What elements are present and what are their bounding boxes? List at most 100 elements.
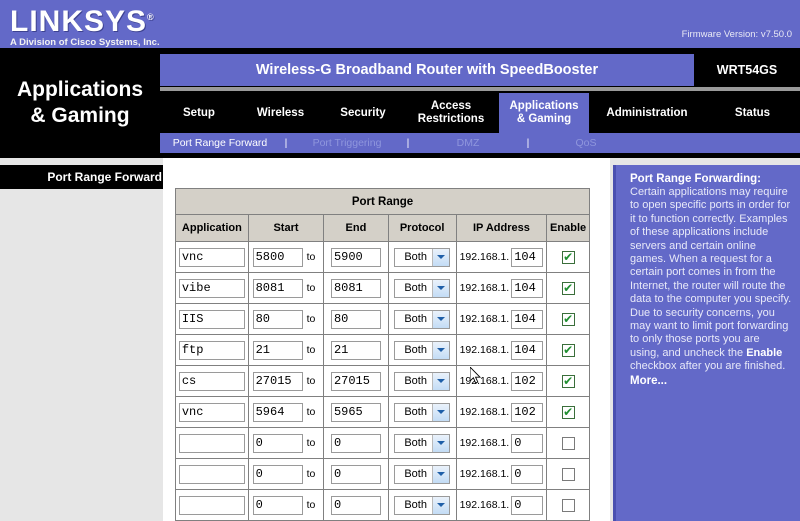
ip-prefix-label: 192.168.1. [460,282,512,294]
application-input[interactable] [179,310,245,329]
sub-tab-separator: | [402,137,414,149]
table-row: toBoth192.168.1.✔ [176,304,590,335]
end-port-input[interactable] [331,372,381,391]
start-port-input[interactable] [253,372,303,391]
ip-prefix-label: 192.168.1. [460,499,512,511]
protocol-select[interactable]: Both [394,403,450,422]
protocol-cell: Both [388,335,456,366]
ip-last-octet-input[interactable] [511,496,543,515]
application-input[interactable] [179,341,245,360]
subtab-port-range-forward[interactable]: Port Range Forward [160,133,280,153]
chevron-down-icon[interactable] [432,342,449,359]
start-port-input[interactable] [253,341,303,360]
chevron-down-icon[interactable] [432,497,449,514]
tab-applications-gaming[interactable]: Applications & Gaming [499,93,589,133]
enable-checkbox[interactable] [562,499,575,512]
tab-administration[interactable]: Administration [589,93,705,133]
tab-setup[interactable]: Setup [160,93,238,133]
protocol-select[interactable]: Both [394,496,450,515]
start-port-input[interactable] [253,496,303,515]
application-input[interactable] [179,465,245,484]
end-port-input[interactable] [331,310,381,329]
chevron-down-icon[interactable] [432,435,449,452]
end-port-input[interactable] [331,248,381,267]
ip-last-octet-input[interactable] [511,403,543,422]
protocol-cell: Both [388,273,456,304]
chevron-down-icon[interactable] [432,280,449,297]
application-input[interactable] [179,434,245,453]
chevron-down-icon[interactable] [432,466,449,483]
chevron-down-icon[interactable] [432,311,449,328]
end-port-input[interactable] [331,465,381,484]
start-port-input[interactable] [253,310,303,329]
checkmark-icon: ✔ [563,375,573,387]
enable-checkbox[interactable]: ✔ [562,375,575,388]
protocol-select-value: Both [395,437,432,449]
enable-checkbox[interactable]: ✔ [562,313,575,326]
enable-checkbox[interactable]: ✔ [562,344,575,357]
ip-prefix-label: 192.168.1. [460,375,512,387]
subtab-dmz[interactable]: DMZ [414,133,522,153]
ip-last-octet-input[interactable] [511,248,543,267]
ip-last-octet-input[interactable] [511,465,543,484]
ip-address-cell: 192.168.1. [456,304,547,335]
enable-checkbox[interactable]: ✔ [562,282,575,295]
application-input[interactable] [179,403,245,422]
enable-checkbox[interactable]: ✔ [562,251,575,264]
application-input[interactable] [179,496,245,515]
enable-cell: ✔ [547,335,590,366]
start-port-input[interactable] [253,279,303,298]
enable-checkbox[interactable]: ✔ [562,406,575,419]
start-port-input[interactable] [253,403,303,422]
end-port-input[interactable] [331,403,381,422]
ip-last-octet-input[interactable] [511,341,543,360]
start-port-input[interactable] [253,248,303,267]
start-port-cell: to [248,397,324,428]
ip-last-octet-input[interactable] [511,372,543,391]
chevron-down-glyph [437,410,445,414]
end-port-input[interactable] [331,279,381,298]
ip-last-octet-input[interactable] [511,310,543,329]
help-body: Certain applications may require to open… [630,186,792,374]
protocol-select[interactable]: Both [394,248,450,267]
tab-status[interactable]: Status [705,93,800,133]
help-title: Port Range Forwarding: [630,173,792,185]
protocol-select[interactable]: Both [394,341,450,360]
column-header-start: Start [248,215,324,242]
start-port-input[interactable] [253,465,303,484]
application-input[interactable] [179,248,245,267]
tab-security[interactable]: Security [323,93,403,133]
ip-prefix-label: 192.168.1. [460,344,512,356]
application-input[interactable] [179,372,245,391]
enable-cell [547,490,590,521]
tab-access-restrictions[interactable]: Access Restrictions [403,93,499,133]
protocol-select[interactable]: Both [394,310,450,329]
subtab-port-triggering[interactable]: Port Triggering [292,133,402,153]
enable-checkbox[interactable] [562,437,575,450]
end-port-cell [324,273,388,304]
protocol-select[interactable]: Both [394,279,450,298]
application-input[interactable] [179,279,245,298]
protocol-select[interactable]: Both [394,434,450,453]
enable-cell [547,428,590,459]
protocol-select[interactable]: Both [394,372,450,391]
chevron-down-icon[interactable] [432,373,449,390]
router-admin-page: LINKSYS® A Division of Cisco Systems, In… [0,0,800,521]
table-row: toBoth192.168.1.✔ [176,273,590,304]
subtab-qos[interactable]: QoS [534,133,638,153]
start-port-input[interactable] [253,434,303,453]
end-port-input[interactable] [331,496,381,515]
end-port-input[interactable] [331,341,381,360]
ip-address-cell: 192.168.1. [456,459,547,490]
help-more-link[interactable]: More... [630,375,792,387]
chevron-down-icon[interactable] [432,404,449,421]
ip-last-octet-input[interactable] [511,279,543,298]
enable-checkbox[interactable] [562,468,575,481]
tab-wireless[interactable]: Wireless [238,93,323,133]
page-title: Applications & Gaming [0,48,160,158]
ip-last-octet-input[interactable] [511,434,543,453]
end-port-input[interactable] [331,434,381,453]
protocol-select[interactable]: Both [394,465,450,484]
chevron-down-icon[interactable] [432,249,449,266]
model-bar-underline [160,87,800,91]
